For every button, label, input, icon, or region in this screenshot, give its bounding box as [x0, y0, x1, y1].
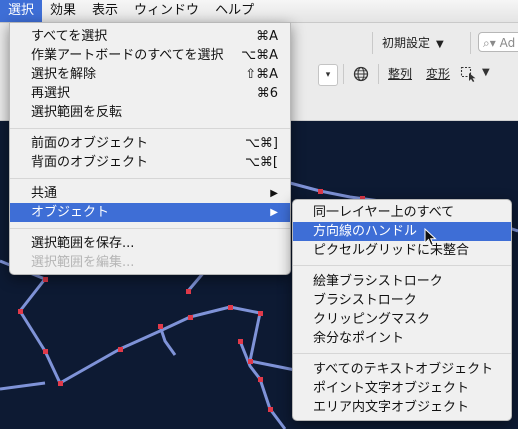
- submenu-item-point-text[interactable]: ポイント文字オブジェクト: [293, 379, 511, 398]
- submenu-item-brush-strokes[interactable]: 絵筆ブラシストローク: [293, 272, 511, 291]
- menu-item-object[interactable]: オブジェクト ▶: [10, 203, 290, 222]
- help-search-input[interactable]: ⌕▾ Ad: [478, 32, 518, 52]
- anchor-point: [238, 339, 243, 344]
- menu-select[interactable]: 選択: [0, 0, 43, 22]
- search-icon: ⌕▾: [483, 36, 496, 50]
- menu-item-shortcut: ⌥⌘]: [244, 136, 278, 151]
- submenu-arrow-icon: ▶: [270, 188, 278, 199]
- globe-icon[interactable]: [353, 66, 369, 82]
- select-menu: すべてを選択 ⌘A 作業アートボードのすべてを選択 ⌥⌘A 選択を解除 ⇧⌘A …: [9, 22, 291, 275]
- menu-bar: 選択 効果 表示 ウィンドウ ヘルプ: [0, 0, 518, 23]
- toolbar-divider: [470, 32, 471, 54]
- menu-effect[interactable]: 効果: [42, 0, 84, 22]
- submenu-item-area-text[interactable]: エリア内文字オブジェクト: [293, 398, 511, 417]
- menu-separator: [10, 228, 290, 229]
- anchor-point: [268, 407, 273, 412]
- menu-item-save-selection[interactable]: 選択範囲を保存...: [10, 234, 290, 253]
- menu-item-edit-selection: 選択範囲を編集...: [10, 253, 290, 272]
- menu-item-select-all-artboard[interactable]: 作業アートボードのすべてを選択 ⌥⌘A: [10, 46, 290, 65]
- menu-window[interactable]: ウィンドウ: [126, 0, 207, 22]
- menu-item-label: 作業アートボードのすべてを選択: [31, 48, 224, 63]
- menu-item-label: 再選択: [31, 86, 71, 101]
- menu-item-prev-object[interactable]: 背面のオブジェクト ⌥⌘[: [10, 153, 290, 172]
- style-dropdown[interactable]: ▾: [318, 64, 338, 86]
- isolate-object-icon[interactable]: [460, 66, 478, 82]
- menu-item-label: 背面のオブジェクト: [31, 155, 149, 170]
- mouse-pointer-icon: [424, 228, 437, 247]
- menu-item-inverse[interactable]: 選択範囲を反転: [10, 103, 290, 122]
- submenu-item-same-layer[interactable]: 同一レイヤー上のすべて: [293, 203, 511, 222]
- menu-item-shortcut: ⌥⌘A: [241, 48, 278, 63]
- anchor-point: [248, 359, 253, 364]
- menu-item-label: 選択範囲を編集...: [31, 255, 135, 270]
- menu-item-deselect[interactable]: 選択を解除 ⇧⌘A: [10, 65, 290, 84]
- menu-item-label: 選択範囲を反転: [31, 105, 123, 120]
- menu-item-label: オブジェクト: [31, 205, 110, 220]
- menu-separator: [10, 128, 290, 129]
- menu-item-reselect[interactable]: 再選択 ⌘6: [10, 84, 290, 103]
- menu-view[interactable]: 表示: [84, 0, 126, 22]
- search-placeholder: Ad: [499, 36, 516, 50]
- anchor-point: [186, 289, 191, 294]
- toolbar-divider: [372, 32, 373, 54]
- anchor-point: [18, 309, 23, 314]
- anchor-point: [228, 305, 233, 310]
- menu-item-label: 選択範囲を保存...: [31, 236, 135, 251]
- menu-item-select-all[interactable]: すべてを選択 ⌘A: [10, 27, 290, 46]
- menu-item-shortcut: ⌘6: [256, 86, 278, 101]
- chevron-down-icon[interactable]: ▼: [482, 67, 490, 78]
- chevron-down-icon: ▼: [436, 39, 444, 50]
- anchor-point: [258, 311, 263, 316]
- menu-separator: [293, 265, 511, 266]
- transform-button[interactable]: 変形: [426, 65, 450, 83]
- toolbar-divider: [378, 64, 379, 84]
- path-segment: [238, 340, 287, 429]
- submenu-item-all-text[interactable]: すべてのテキストオブジェクト: [293, 360, 511, 379]
- anchor-point: [188, 315, 193, 320]
- workspace-switcher[interactable]: 初期設定 ▼: [382, 30, 444, 56]
- submenu-item-direction-handles[interactable]: 方向線のハンドル: [293, 222, 511, 241]
- submenu-arrow-icon: ▶: [270, 207, 278, 218]
- menu-item-same[interactable]: 共通 ▶: [10, 184, 290, 203]
- path-segment: [0, 381, 46, 391]
- anchor-point: [118, 347, 123, 352]
- menu-item-label: 前面のオブジェクト: [31, 136, 149, 151]
- menu-item-label: すべてを選択: [31, 29, 108, 44]
- menu-item-label: 共通: [31, 186, 58, 201]
- menu-item-label: 選択を解除: [31, 67, 97, 82]
- anchor-point: [158, 324, 163, 329]
- anchor-point: [258, 377, 263, 382]
- anchor-point: [58, 381, 63, 386]
- workspace-label: 初期設定: [382, 36, 431, 50]
- object-submenu: 同一レイヤー上のすべて 方向線のハンドル ピクセルグリッドに未整合 絵筆ブラシス…: [292, 199, 512, 421]
- anchor-point: [43, 277, 48, 282]
- menu-item-shortcut: ⇧⌘A: [245, 67, 278, 82]
- menu-help[interactable]: ヘルプ: [207, 0, 262, 22]
- menu-separator: [293, 353, 511, 354]
- menu-item-shortcut: ⌘A: [256, 29, 278, 44]
- menu-item-shortcut: ⌥⌘[: [244, 155, 278, 170]
- submenu-item-not-aligned-pixel[interactable]: ピクセルグリッドに未整合: [293, 241, 511, 260]
- align-button[interactable]: 整列: [388, 65, 412, 83]
- submenu-item-brush-stroke[interactable]: ブラシストローク: [293, 291, 511, 310]
- toolbar-divider: [343, 64, 344, 84]
- submenu-item-clipping-mask[interactable]: クリッピングマスク: [293, 310, 511, 329]
- submenu-item-stray-points[interactable]: 余分なポイント: [293, 329, 511, 348]
- anchor-point: [318, 189, 323, 194]
- menu-item-next-object[interactable]: 前面のオブジェクト ⌥⌘]: [10, 134, 290, 153]
- menu-separator: [10, 178, 290, 179]
- path-segment: [158, 325, 177, 356]
- anchor-point: [43, 349, 48, 354]
